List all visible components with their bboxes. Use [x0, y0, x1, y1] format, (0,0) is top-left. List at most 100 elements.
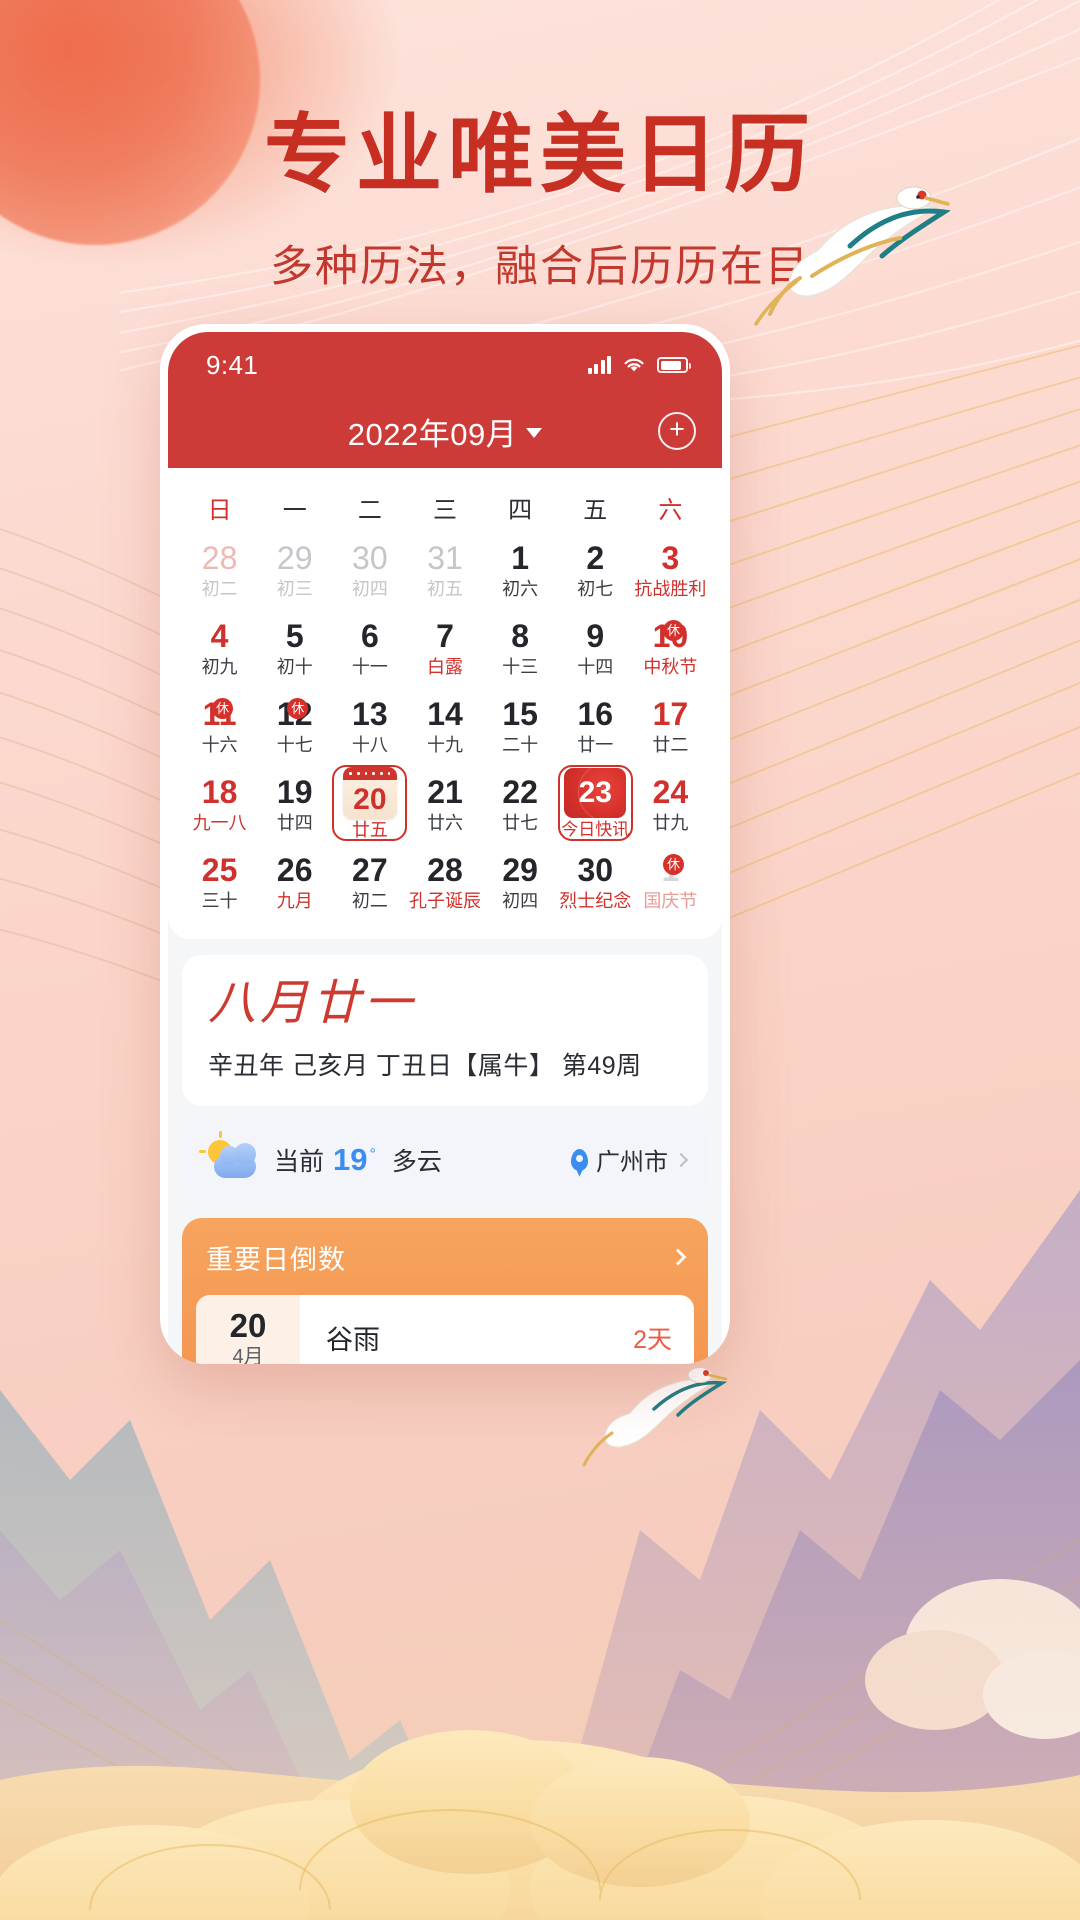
day-lunar-label: 初九 — [201, 656, 238, 677]
calendar-day-cell[interactable]: 9 十四 — [558, 609, 633, 687]
cellular-signal-icon — [587, 356, 611, 374]
weekday-label: 五 — [583, 497, 608, 524]
day-lunar-label: 今日快讯 — [561, 820, 630, 839]
calendar-day-cell[interactable]: 13 十八 — [332, 687, 407, 765]
calendar-day-cell[interactable]: 5 初十 — [257, 609, 332, 687]
day-number: 9 — [586, 618, 605, 655]
calendar-day-cell[interactable]: 27 初二 — [332, 843, 407, 921]
calendar-day-cell[interactable]: 14 十九 — [407, 687, 482, 765]
day-number: 17 — [652, 696, 689, 733]
month-selector[interactable]: 2022年09月 — [348, 409, 543, 454]
calendar-day-cell[interactable]: 2 初七 — [558, 531, 633, 609]
day-lunar-label: 孔子诞辰 — [408, 890, 481, 911]
rest-day-badge: 休 — [212, 698, 234, 719]
calendar-day-cell[interactable]: 28 孔子诞辰 — [407, 843, 482, 921]
calendar-day-cell[interactable]: 8 十三 — [483, 609, 558, 687]
calendar-day-grid[interactable]: 28 初二 29 初三 30 初四 31 初五 1 初六 2 初七 3 抗战胜利 4 初九 5 初十 6 十一 7 白露 8… — [182, 531, 708, 921]
calendar-day-cell[interactable]: 1国庆节休 — [633, 843, 708, 921]
calendar-day-cell[interactable]: 20 廿五 — [332, 765, 408, 841]
calendar-day-cell[interactable]: 3 抗战胜利 — [633, 531, 708, 609]
calendar-day-cell[interactable]: 18 九一八 — [182, 765, 257, 843]
day-number: 31 — [427, 540, 463, 577]
day-number: 5 — [285, 618, 304, 655]
calendar-day-cell[interactable]: 29 初四 — [483, 843, 558, 921]
day-lunar-label: 初四 — [351, 578, 388, 599]
calendar-day-cell[interactable]: 7 白露 — [407, 609, 482, 687]
calendar-day-cell[interactable]: 28 初二 — [182, 531, 257, 609]
calendar-day-cell[interactable]: 16 廿一 — [558, 687, 633, 765]
calendar-day-cell[interactable]: 31 初五 — [407, 531, 482, 609]
countdown-header[interactable]: 重要日倒数 — [182, 1218, 708, 1295]
day-number: 30 — [577, 852, 614, 889]
wifi-icon — [624, 358, 644, 372]
day-number: 3 — [661, 540, 680, 577]
day-lunar-label: 十七 — [276, 734, 313, 755]
day-number: 15 — [502, 696, 538, 733]
day-lunar-label: 初七 — [577, 578, 614, 599]
day-number: 26 — [276, 852, 313, 889]
weather-text: 当前 19 ° 多云 — [274, 1142, 442, 1178]
calendar-day-cell[interactable]: 21 廿六 — [407, 765, 482, 843]
day-number: 28 — [427, 852, 463, 889]
calendar-day-cell[interactable]: 6 十一 — [332, 609, 407, 687]
calendar-day-cell[interactable]: 30 初四 — [332, 531, 407, 609]
add-event-button[interactable]: + — [658, 412, 696, 450]
day-number: 25 — [201, 852, 238, 889]
countdown-title: 重要日倒数 — [206, 1244, 346, 1275]
calendar-day-cell[interactable]: 23 今日快讯 — [557, 765, 633, 841]
calendar-day-cell[interactable]: 26 九月 — [257, 843, 332, 921]
day-lunar-label: 廿五 — [351, 820, 388, 840]
day-lunar-label: 烈士纪念 — [559, 890, 632, 911]
day-number: 24 — [652, 774, 689, 811]
day-number: 28 — [201, 540, 238, 577]
day-lunar-label: 十六 — [201, 734, 238, 755]
calendar-day-cell[interactable]: 1 初六 — [483, 531, 558, 609]
day-lunar-label: 十三 — [502, 656, 539, 677]
calendar-day-cell[interactable]: 30 烈士纪念 — [558, 843, 633, 921]
day-number: 29 — [276, 540, 313, 577]
weekday-label: 四 — [508, 497, 533, 524]
battery-icon — [657, 357, 691, 373]
location-pin-icon — [571, 1148, 588, 1171]
day-lunar-label: 九月 — [276, 890, 313, 911]
crane-bird-small-icon — [582, 1367, 728, 1467]
calendar-day-cell[interactable]: 4 初九 — [182, 609, 257, 687]
weather-location-row[interactable]: 广州市 — [571, 1142, 689, 1177]
day-number: 4 — [210, 618, 229, 655]
countdown-card: 重要日倒数 20 4月 谷雨 2天 — [182, 1217, 708, 1364]
chevron-down-icon — [526, 428, 543, 438]
day-lunar-label: 九一八 — [192, 812, 247, 833]
calendar-day-cell[interactable]: 24 廿九 — [633, 765, 708, 843]
day-lunar-label: 廿六 — [426, 812, 463, 833]
calendar-day-cell[interactable]: 10中秋节休 — [633, 609, 708, 687]
phone-screen: 9:41 2022年09月 + 日一二三四五六 28 初二 29 初三 30 初… — [168, 332, 722, 1364]
day-lunar-label: 十一 — [351, 656, 388, 677]
calendar-day-cell[interactable]: 17 廿二 — [633, 687, 708, 765]
lunar-info-card[interactable]: 八月廿一 辛丑年 己亥月 丁丑日【属牛】 第49周 — [182, 955, 708, 1106]
day-number: 16 — [577, 696, 614, 733]
day-number: 7 — [436, 618, 454, 655]
weekday-label: 一 — [282, 497, 307, 524]
day-number: 19 — [276, 774, 313, 811]
weekday-label: 三 — [432, 497, 457, 524]
calendar-day-cell[interactable]: 11十六休 — [182, 687, 257, 765]
calendar-day-cell[interactable]: 25 三十 — [182, 843, 257, 921]
day-lunar-label: 初二 — [201, 578, 238, 599]
rest-day-badge: 休 — [663, 854, 684, 875]
day-lunar-label: 白露 — [426, 656, 463, 677]
phone-mockup: 9:41 2022年09月 + 日一二三四五六 28 初二 29 初三 30 初… — [160, 324, 730, 1364]
today-day-tile: 23 — [564, 768, 627, 818]
countdown-day: 20 — [229, 1306, 267, 1344]
sun-cloud-icon — [199, 1130, 258, 1180]
calendar-day-cell[interactable]: 19 廿四 — [257, 765, 332, 843]
calendar-day-cell[interactable]: 29 初三 — [257, 531, 332, 609]
day-number: 23 — [578, 776, 612, 809]
countdown-item[interactable]: 20 4月 谷雨 2天 — [196, 1294, 694, 1364]
calendar-day-cell[interactable]: 22 廿七 — [483, 765, 558, 843]
calendar-day-cell[interactable]: 12十七休 — [257, 687, 332, 765]
calendar-day-cell[interactable]: 15 二十 — [483, 687, 558, 765]
weather-temperature: 19 — [333, 1141, 368, 1177]
weather-card[interactable]: 当前 19 ° 多云 广州市 — [182, 1119, 708, 1200]
day-number: 6 — [360, 618, 379, 655]
countdown-event-name: 谷雨 — [326, 1325, 380, 1356]
